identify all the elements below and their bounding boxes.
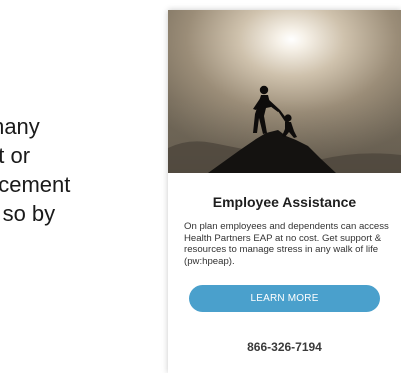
helping-hand-silhouette-icon (168, 10, 401, 173)
left-body-text: many nt or ncement do so by (0, 112, 160, 228)
left-text-line: nt or (0, 143, 31, 168)
phone-number[interactable]: 866-326-7194 (168, 340, 401, 354)
page: many nt or ncement do so by (0, 0, 401, 373)
left-text-line: do so by (0, 201, 56, 226)
card-hero-image (168, 10, 401, 173)
card-description: On plan employees and dependents can acc… (184, 221, 389, 267)
learn-more-button[interactable]: LEARN MORE (189, 285, 380, 312)
employee-assistance-card: Employee Assistance On plan employees an… (168, 10, 401, 373)
left-text-line: ncement (0, 172, 71, 197)
left-text-line: many (0, 114, 40, 139)
card-title: Employee Assistance (212, 194, 357, 210)
